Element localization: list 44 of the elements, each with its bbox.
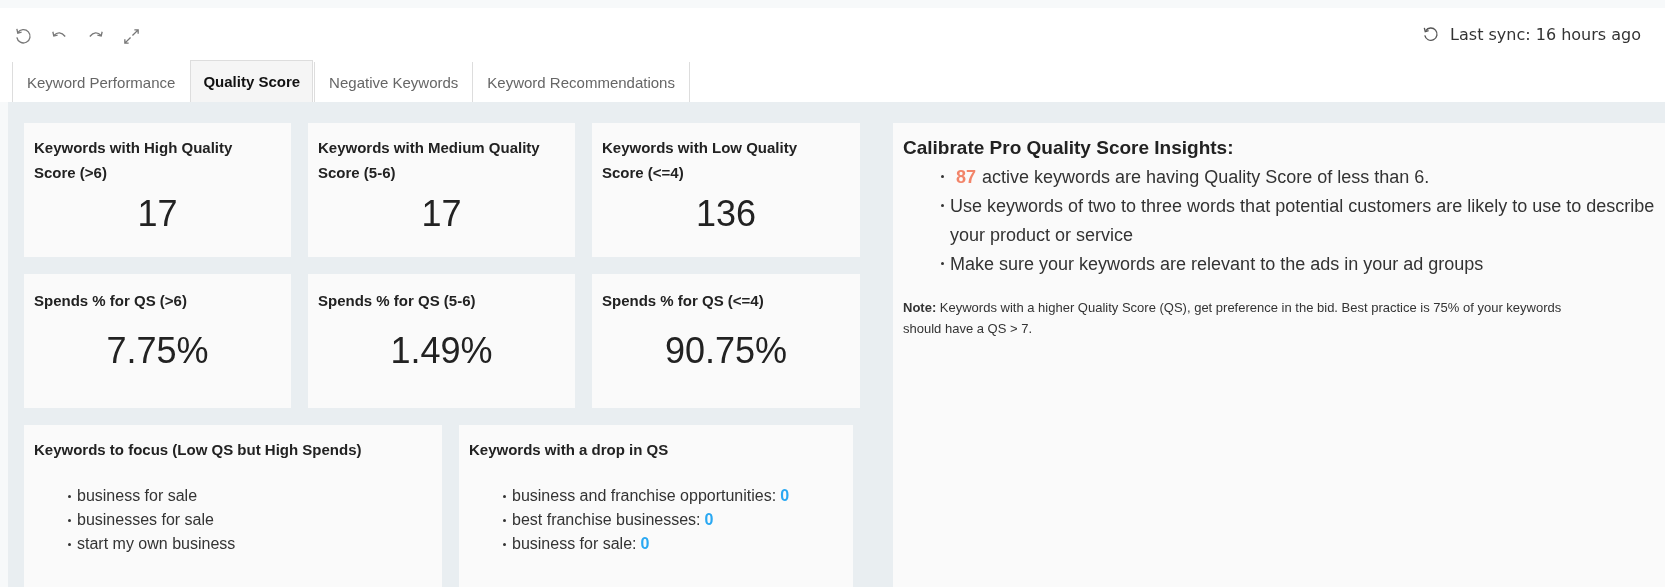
keyword-text: best franchise businesses: [512,510,701,530]
drop-count: 0 [780,486,790,506]
card-title: Keywords with Low Quality Score (<=4) [602,138,799,183]
keyword-text: business for sale [77,486,198,506]
metric-value: 17 [136,193,179,235]
card-title: Keywords with High Quality Score (>6) [34,138,234,183]
sync-icon[interactable] [1421,24,1441,44]
bullet-icon [68,518,71,522]
metric-value: 7.75% [105,330,210,372]
refresh-icon[interactable] [14,26,33,46]
card-title: Spends % for QS (5-6) [318,291,477,311]
keyword-text: businesses for sale [77,510,214,530]
last-sync-text: Last sync: 16 hours ago [1450,24,1641,44]
card-title: Keywords with a drop in QS [469,440,670,460]
drop-count: 0 [704,510,714,530]
insight-text: Use keywords of two to three words that potential customers are likely to use to describe your product or service [950,195,1655,247]
bullet-icon [68,494,71,498]
bullet-icon [941,175,944,178]
bullet-icon [503,542,506,546]
highlight-count: 87 [956,166,977,189]
metric-value: 136 [694,193,758,235]
keyword-text: business and franchise opportunities: [512,486,777,506]
insight-text: active keywords are having Quality Score of less than 6. [982,166,1430,189]
expand-icon[interactable] [122,26,141,46]
metric-value: 1.49% [389,330,494,372]
tab[interactable]: Quality Score [190,60,314,102]
keyword-text: business for sale: [512,534,637,554]
keyword-text: start my own business [77,534,236,554]
drop-count: 0 [640,534,650,554]
tab[interactable]: Keyword Recommendations [472,62,690,102]
bullet-icon [941,262,944,265]
card-title: Spends % for QS (<=4) [602,291,765,311]
metric-value: 17 [420,193,463,235]
card-title: Keywords with Medium Quality Score (5-6) [318,138,541,183]
card-title: Spends % for QS (>6) [34,291,188,311]
bullet-icon [503,494,506,498]
insights-title: Calibrate Pro Quality Score Insights: [903,137,1235,159]
bullet-icon [68,542,71,546]
metric-value: 90.75% [663,330,789,372]
insight-text: Make sure your keywords are relevant to the ads in your ad groups [950,253,1484,276]
bullet-icon [503,518,506,522]
note-text: Note: Keywords with a higher Quality Score (QS), get preference in the bid. Best practice is 75% of your keywords should have a QS > 7. [903,299,1563,338]
card-title: Keywords to focus (Low QS but High Spends) [34,440,363,460]
bullet-icon [941,204,944,207]
